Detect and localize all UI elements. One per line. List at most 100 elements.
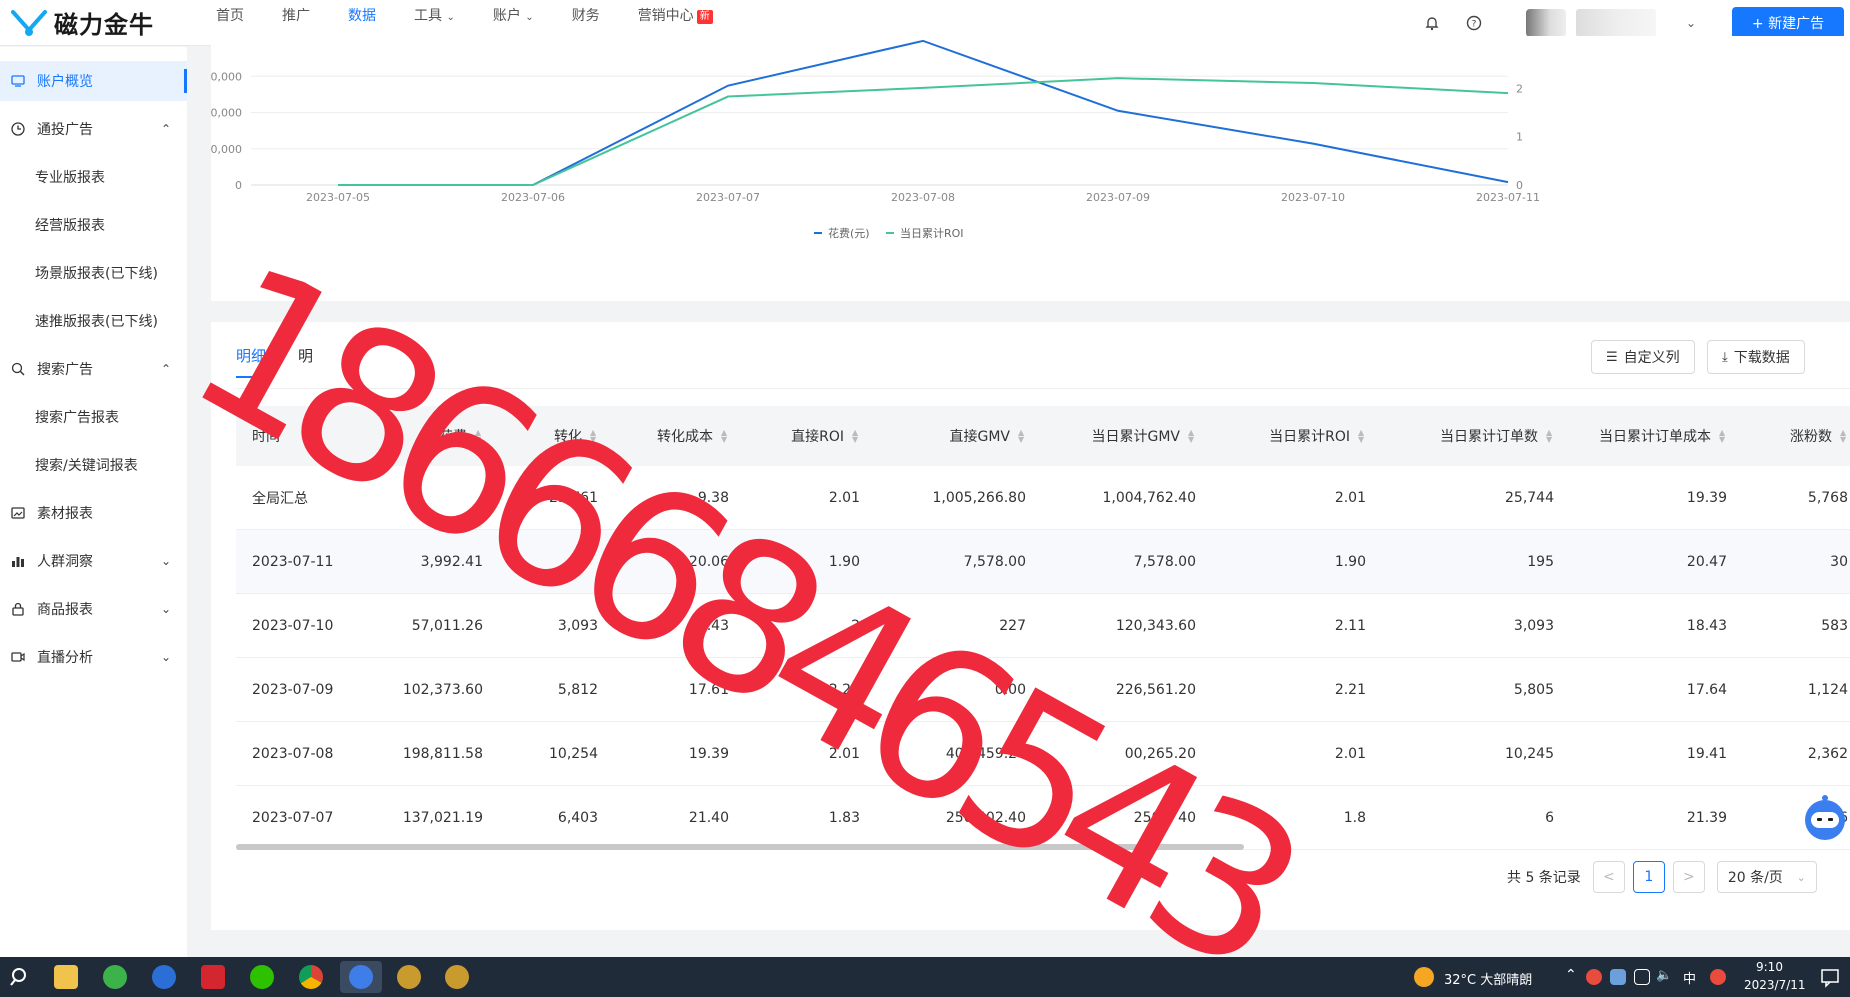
col-header-daily-order-cost[interactable]: 当日累计订单成本 ▲ ▼	[1556, 406, 1727, 466]
cell-direct-roi: 2.01	[828, 489, 860, 506]
y-right-tick-label: 1	[1516, 131, 1523, 144]
cell-direct-roi: 2	[851, 617, 860, 634]
x-tick-label: 2023-07-10	[1281, 191, 1345, 204]
avatar[interactable]	[1525, 9, 1566, 37]
cell-daily-orders: 25,744	[1505, 489, 1554, 506]
app-icon[interactable]	[445, 965, 469, 989]
col-header-direct-roi[interactable]: 直接ROI ▲ ▼	[736, 406, 860, 466]
browser-360-icon[interactable]	[103, 965, 127, 989]
col-header-conversion-cost[interactable]: 转化成本 ▲ ▼	[606, 406, 729, 466]
sidebar-item-pro-report[interactable]: 专业版报表	[0, 157, 187, 197]
col-header-daily-orders[interactable]: 当日累计订单数 ▲ ▼	[1376, 406, 1554, 466]
network-icon[interactable]	[1634, 969, 1650, 985]
sidebar-item-scene-report[interactable]: 场景版报表(已下线)	[0, 253, 187, 293]
sidebar-item-account-overview[interactable]: 账户概览	[0, 61, 187, 101]
cell-daily-gmv: 120,343.60	[1115, 617, 1196, 634]
page-size-select[interactable]: 20 条/页 ⌄	[1716, 861, 1817, 893]
chevron-down-icon[interactable]: ⌄	[1686, 16, 1696, 30]
cell-conversion-cost: 20.06	[688, 553, 729, 570]
new-ad-button[interactable]: + 新建广告	[1732, 7, 1844, 39]
cell-daily-order-cost: 18.43	[1686, 617, 1727, 634]
cell-conversion-cost: 9.38	[697, 489, 729, 506]
page-1-button[interactable]: 1	[1632, 861, 1665, 893]
next-page-button[interactable]: >	[1672, 861, 1705, 893]
app-icon[interactable]	[397, 965, 421, 989]
assistant-robot-icon[interactable]	[1795, 790, 1849, 846]
col-header-spend[interactable]: 花费 ▲ ▼	[376, 406, 483, 466]
prev-page-button[interactable]: <	[1592, 861, 1625, 893]
tab-detail[interactable]: 明细	[236, 345, 267, 378]
table-header: 时间 花费 ▲ ▼ 转化 ▲ ▼ 转化成本 ▲ ▼ 直接ROI ▲ ▼ 直接GMV ▲ ▼ 当日累计…	[236, 406, 1850, 466]
custom-columns-label: 自定义列	[1623, 350, 1680, 366]
download-data-button[interactable]: ⤓ 下载数据	[1707, 340, 1805, 374]
cell-time: 2023-07-08	[252, 745, 334, 762]
account-name-blurred[interactable]	[1575, 9, 1656, 37]
sidebar-item-product-report[interactable]: 商品报表 ⌄	[0, 589, 187, 629]
cell-daily-gmv: 250,0 40	[1133, 809, 1196, 826]
cell-daily-orders: 195	[1527, 553, 1554, 570]
chrome-icon[interactable]	[299, 965, 323, 989]
nav-tools-label: 工具	[414, 7, 442, 24]
chevron-up-icon[interactable]: ⌃	[1565, 967, 1577, 983]
help-icon[interactable]: ?	[1462, 11, 1486, 35]
nav-data-label: 数据	[348, 7, 376, 24]
sidebar-item-material-report[interactable]: 素材报表	[0, 493, 187, 533]
col-header-daily-roi[interactable]: 当日累计ROI ▲ ▼	[1206, 406, 1366, 466]
nav-home-label: 首页	[216, 7, 244, 24]
file-explorer-icon[interactable]	[54, 965, 78, 989]
sidebar-item-audience[interactable]: 人群洞察 ⌄	[0, 541, 187, 581]
sidebar-item-business-report[interactable]: 经营版报表	[0, 205, 187, 245]
cell-daily-order-cost: 19.39	[1686, 489, 1727, 506]
wps-icon[interactable]	[201, 965, 225, 989]
cell-spend: 102,373.60	[402, 681, 483, 698]
columns-icon: ☰	[1606, 349, 1618, 365]
horizontal-scrollbar[interactable]	[236, 844, 1244, 850]
sidebar-item-search-report[interactable]: 搜索广告报表	[0, 397, 187, 437]
x-tick-label: 2023-07-11	[1476, 191, 1540, 204]
logo-icon	[11, 9, 47, 36]
tray-app-icon[interactable]	[1586, 969, 1602, 985]
cell-daily-order-cost: 19.41	[1686, 745, 1727, 762]
sidebar-item-quick-report[interactable]: 速推版报表(已下线)	[0, 301, 187, 341]
sidebar-item-search-ads[interactable]: 搜索广告 ⌃	[0, 349, 187, 389]
tray-app-icon[interactable]	[1710, 969, 1726, 985]
sort-icon: ▲ ▼	[1358, 428, 1365, 444]
weather-text[interactable]: 32°C 大部晴朗	[1444, 969, 1532, 988]
cell-direct-roi: 2.01	[828, 745, 860, 762]
tab-detail-2[interactable]: 明	[298, 345, 313, 378]
sidebar-item-label: 通投广告	[37, 122, 93, 138]
sort-icon: ▲ ▼	[1840, 428, 1847, 444]
series-line-1	[338, 77, 1509, 186]
col-header-followers[interactable]: 涨粉数 ▲ ▼	[1736, 406, 1848, 466]
volume-icon[interactable]: 🔈	[1656, 968, 1672, 983]
clock-time[interactable]: 9:10	[1756, 960, 1783, 974]
sidebar-item-keyword-report[interactable]: 搜索/关键词报表	[0, 445, 187, 485]
col-header-daily-gmv[interactable]: 当日累计GMV ▲ ▼	[1036, 406, 1196, 466]
col-header-conversion[interactable]: 转化 ▲ ▼	[486, 406, 598, 466]
cell-followers: 2,362	[1807, 745, 1848, 762]
ime-indicator[interactable]: 中	[1683, 968, 1696, 987]
brand-logo[interactable]: 磁力金牛	[10, 5, 200, 40]
sidebar-item-general-ads[interactable]: 通投广告 ⌃	[0, 109, 187, 149]
sogou-icon[interactable]	[349, 965, 373, 989]
cell-daily-gmv: 00,265.20	[1124, 745, 1196, 762]
table-row: 2023-07-11 3,992.41 20.06 1.90 7,578.00 7,578…	[236, 530, 1850, 594]
nav-promote-label: 推广	[282, 7, 310, 24]
cell-daily-roi: 2.01	[1334, 489, 1366, 506]
page-size-label: 20 条/页	[1727, 870, 1783, 886]
chevron-down-icon: ⌄	[446, 11, 455, 23]
bell-icon[interactable]	[1420, 11, 1444, 35]
cell-direct-gmv: 0.00	[994, 681, 1026, 698]
cell-followers: 1,124	[1807, 681, 1848, 698]
weather-icon[interactable]	[1414, 967, 1434, 987]
notification-icon[interactable]	[1818, 965, 1842, 989]
col-header-direct-gmv[interactable]: 直接GMV ▲ ▼	[866, 406, 1026, 466]
tray-app-icon[interactable]	[1610, 969, 1626, 985]
wechat-icon[interactable]	[250, 965, 274, 989]
search-tool-icon[interactable]	[152, 965, 176, 989]
clock-date[interactable]: 2023/7/11	[1744, 978, 1806, 992]
custom-columns-button[interactable]: ☰ 自定义列	[1591, 340, 1695, 374]
search-icon[interactable]	[8, 965, 32, 989]
sidebar-item-live-analysis[interactable]: 直播分析 ⌄	[0, 637, 187, 677]
table-row: 2023-07-09 102,373.60 5,812 17.61 2.21 0.00 22…	[236, 658, 1850, 722]
